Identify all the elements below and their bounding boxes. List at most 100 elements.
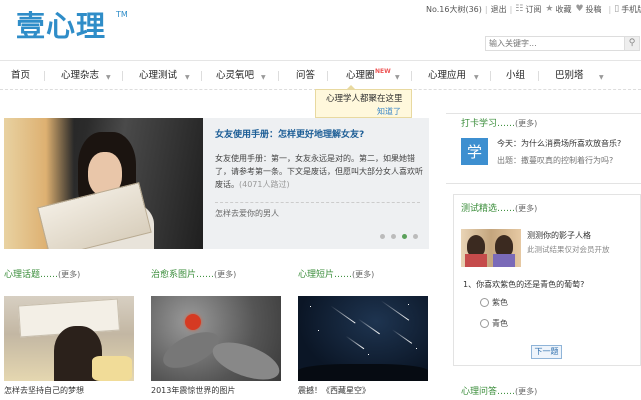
meteor-streak — [330, 305, 356, 324]
more-link[interactable]: (更多) — [352, 270, 374, 279]
more-link[interactable]: (更多) — [214, 270, 236, 279]
tooltip-text: 心理学人都聚在这里 — [326, 94, 403, 104]
carousel-dot[interactable] — [380, 234, 385, 239]
healing-caption[interactable]: 2013年震惊世界的图片 — [151, 386, 235, 396]
meteor-streak — [358, 318, 380, 335]
nav-babel[interactable]: 巴别塔 — [555, 70, 584, 81]
star-dot — [368, 354, 369, 355]
carousel-dot[interactable] — [391, 234, 396, 239]
next-question-button[interactable]: 下一题 — [531, 345, 562, 359]
nav-qa[interactable]: 问答 — [296, 70, 315, 81]
test-question: 1、你喜欢紫色的还是青色的葡萄? — [463, 280, 585, 289]
submit-link[interactable]: ♥ 投稿 — [575, 4, 601, 15]
meteor-streak — [380, 300, 410, 321]
chevron-down-icon[interactable]: ▼ — [261, 74, 266, 81]
carousel-dot[interactable] — [413, 234, 418, 239]
featured-title[interactable]: 女友使用手册：怎样更好地理解女友? — [215, 130, 364, 141]
nav-divider — [411, 71, 412, 81]
qa-title-text: 心理问答…… — [461, 387, 516, 397]
meteor-streak — [345, 335, 365, 350]
section-title-text: 心理短片…… — [298, 270, 353, 280]
arm-shape — [92, 356, 132, 381]
user-link[interactable]: No.16大树(36) — [426, 5, 482, 15]
nav-divider — [44, 71, 45, 81]
topic-caption[interactable]: 怎样去坚持自己的梦想 — [4, 386, 84, 396]
chevron-down-icon[interactable]: ▼ — [185, 74, 190, 81]
featured-image[interactable] — [4, 118, 203, 249]
learn-tomorrow-link[interactable]: 出题：撒蔓叹真的控制着行为吗? — [497, 156, 613, 166]
chevron-down-icon[interactable]: ▼ — [474, 74, 479, 81]
learn-today-link[interactable]: 今天：为什么消费场所喜欢放音乐? — [497, 139, 621, 149]
radio-button[interactable] — [480, 298, 489, 308]
nav-divider — [490, 71, 491, 81]
chevron-down-icon[interactable]: ▼ — [599, 74, 604, 81]
more-link[interactable]: (更多) — [515, 119, 537, 128]
site-logo[interactable]: 壹心理 — [16, 9, 106, 44]
section-title-text: 治愈系图片…… — [151, 270, 215, 280]
film-caption[interactable]: 震撼！《西藏星空》 — [298, 386, 370, 396]
favorite-link[interactable]: ★ 收藏 — [545, 4, 571, 15]
option-purple[interactable]: 紫色 — [480, 298, 508, 308]
learn-title[interactable]: 打卡学习……(更多) — [461, 119, 537, 130]
test-name-link[interactable]: 测测你的影子人格 — [527, 231, 591, 241]
more-link[interactable]: (更多) — [58, 270, 80, 279]
option-label: 紫色 — [492, 298, 508, 307]
section-title-text: 心理话题…… — [4, 270, 59, 280]
more-link[interactable]: (更多) — [515, 204, 537, 213]
mobile-label: 手机版 — [621, 4, 641, 14]
featured-excerpt: 女友使用手册：第一，女友永远是对的。第二，如果她错了，请参考第一条。下文是废话，… — [215, 152, 425, 191]
nav-circle[interactable]: 心理圈 — [346, 70, 375, 81]
section-title-topics[interactable]: 心理话题……(更多) — [4, 270, 80, 281]
subscribe-label: 订阅 — [525, 4, 542, 14]
search-icon: ⚲ — [628, 38, 636, 49]
carousel-dot-active[interactable] — [402, 234, 407, 239]
nav-home[interactable]: 首页 — [11, 70, 30, 81]
featured-count: (4071人路过) — [239, 180, 290, 189]
qa-title[interactable]: 心理问答……(更多) — [461, 387, 537, 398]
carousel-dots — [380, 234, 424, 239]
test-thumbnail[interactable] — [461, 229, 521, 267]
top-links: No.16大树(36) | 退出 | ☷ 订阅 ★ 收藏 ♥ 投稿 | ▯ 手机… — [426, 4, 641, 15]
nav-groups[interactable]: 小组 — [506, 70, 525, 81]
nav-tests[interactable]: 心理测试 — [139, 70, 177, 81]
test-title-text: 测试精选…… — [461, 204, 516, 214]
learn-icon: 学 — [461, 138, 488, 165]
star-icon: ★ — [545, 4, 554, 14]
mobile-link[interactable]: ▯ 手机版 — [614, 4, 641, 15]
nav-magazine[interactable]: 心理杂志 — [61, 70, 99, 81]
search-input[interactable] — [486, 37, 624, 50]
test-title[interactable]: 测试精选……(更多) — [461, 204, 537, 215]
logo-trademark: TM — [116, 10, 128, 19]
more-link[interactable]: (更多) — [515, 387, 537, 396]
learn-title-text: 打卡学习…… — [461, 119, 516, 129]
option-cyan[interactable]: 青色 — [480, 319, 508, 329]
section-title-healing[interactable]: 治愈系图片……(更多) — [151, 270, 236, 281]
logout-link[interactable]: 退出 — [491, 5, 507, 15]
nav-divider — [201, 71, 202, 81]
nav-apps[interactable]: 心理应用 — [428, 70, 466, 81]
mountain-silhouette — [298, 364, 428, 381]
new-badge: NEW — [375, 68, 391, 75]
search-box: ⚲ — [485, 36, 640, 51]
main-nav: 首页 心理杂志 ▼ 心理测试 ▼ 心灵氧吧 ▼ 问答 心理圈 ▼ 心理应用 ▼ … — [0, 61, 641, 89]
featured-divider — [215, 202, 420, 203]
chevron-down-icon[interactable]: ▼ — [395, 74, 400, 81]
chevron-down-icon[interactable]: ▼ — [106, 74, 111, 81]
subscribe-link[interactable]: ☷ 订阅 — [515, 4, 541, 15]
sidebar-divider — [446, 183, 641, 184]
option-label: 青色 — [492, 319, 508, 328]
topic-card-image[interactable] — [4, 296, 134, 381]
radio-button[interactable] — [480, 319, 489, 329]
separator: | — [484, 4, 488, 14]
search-button[interactable]: ⚲ — [624, 37, 639, 50]
film-card-image[interactable] — [298, 296, 428, 381]
star-dot — [416, 348, 417, 349]
tooltip-dismiss-link[interactable]: 知道了 — [377, 107, 401, 117]
section-title-films[interactable]: 心理短片……(更多) — [298, 270, 374, 281]
featured-sub-link[interactable]: 怎样去爱你的男人 — [215, 209, 279, 219]
meteor-streak — [391, 329, 413, 344]
nav-divider — [327, 71, 328, 81]
nav-oxygen[interactable]: 心灵氧吧 — [216, 70, 254, 81]
healing-card-image[interactable] — [151, 296, 281, 381]
star-dot — [318, 330, 319, 331]
